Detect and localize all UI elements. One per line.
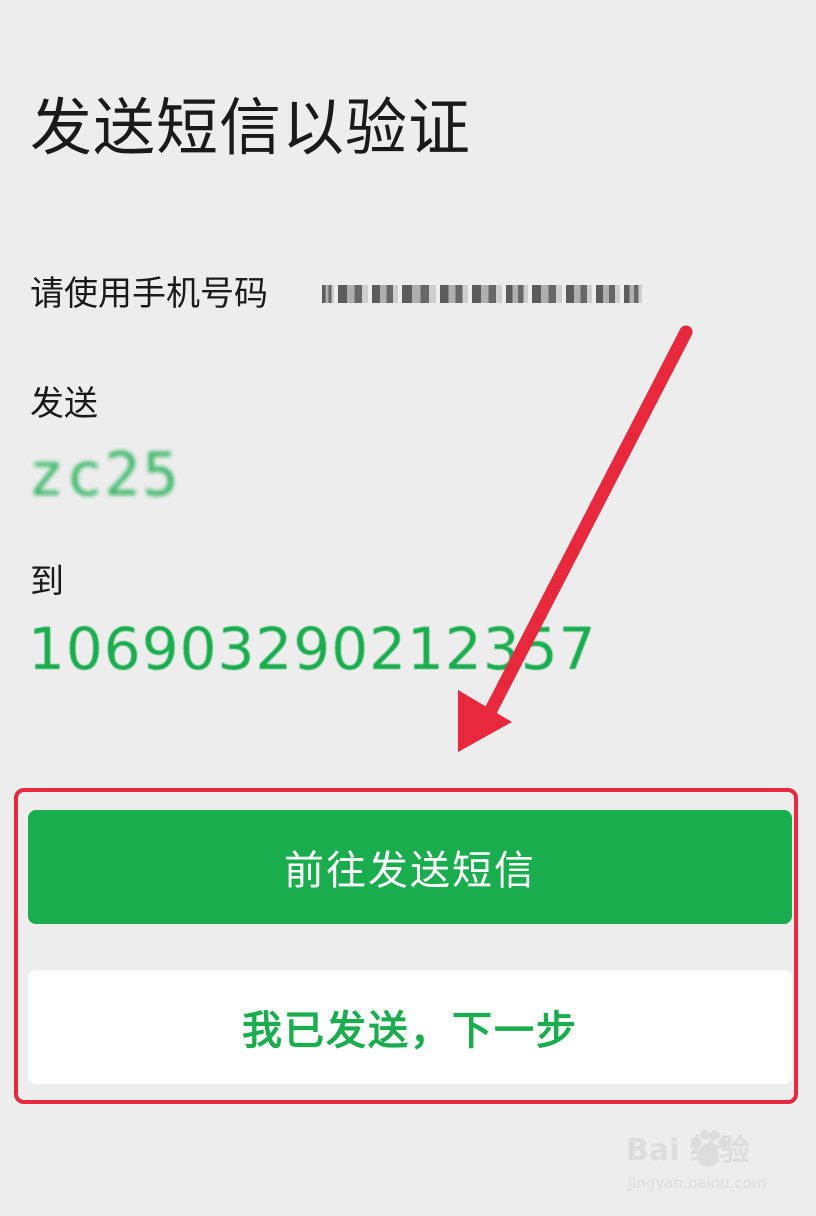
go-send-sms-button[interactable]: 前往发送短信 (28, 810, 792, 924)
verification-code: zc25 (28, 440, 181, 510)
page-title: 发送短信以验证 (30, 91, 472, 164)
to-label: 到 (30, 562, 64, 602)
masked-phone-number (322, 282, 644, 306)
watermark: Bai 经验 jingyan.baidu.com (626, 1128, 796, 1198)
phone-number-label: 请使用手机号码 (30, 274, 268, 314)
watermark-brand: Bai 经验 (626, 1133, 750, 1168)
sent-next-step-button[interactable]: 我已发送，下一步 (28, 970, 792, 1084)
watermark-url: jingyan.baidu.com (628, 1174, 767, 1192)
destination-number: 106903290212357 (28, 615, 597, 683)
send-label: 发送 (30, 384, 98, 424)
